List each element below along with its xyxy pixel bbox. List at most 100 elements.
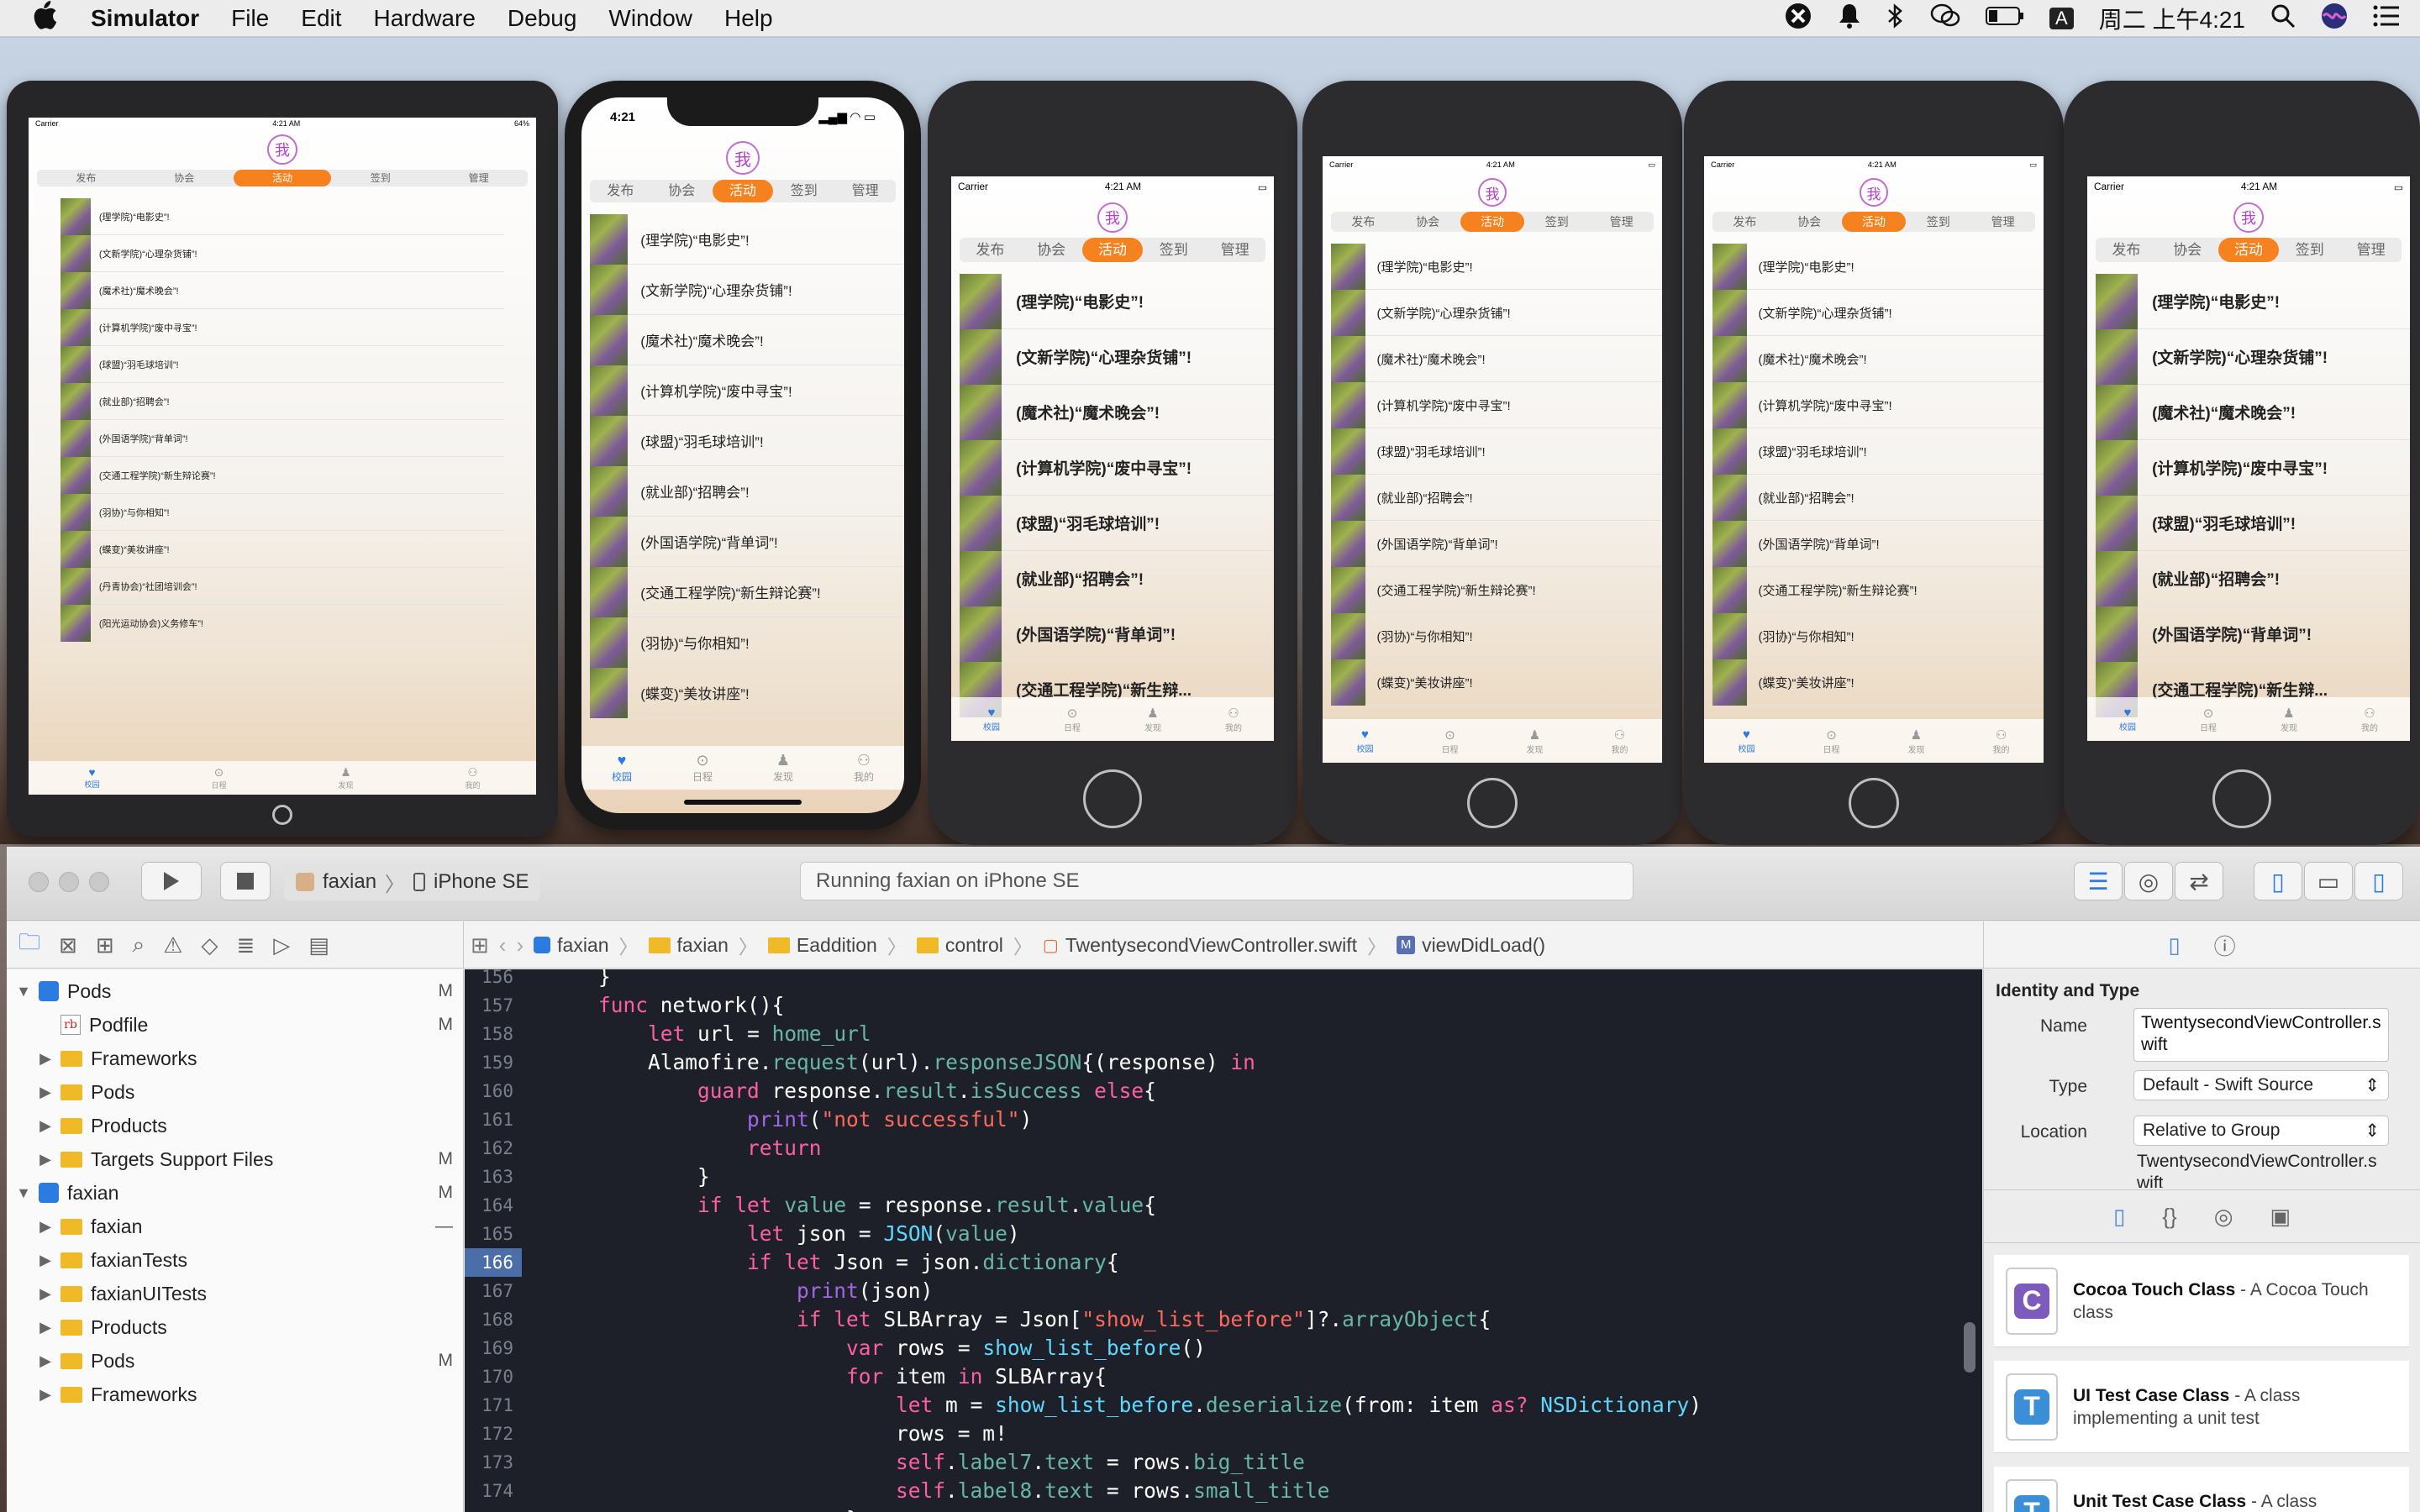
home-indicator[interactable] — [684, 800, 802, 805]
notification-center-icon[interactable] — [2373, 5, 2400, 33]
tab-association[interactable]: 协会 — [1777, 212, 1842, 232]
media-library-icon[interactable]: ▣ — [2270, 1204, 2291, 1230]
avatar-button[interactable]: 我 — [726, 141, 760, 175]
list-item[interactable]: (羽协)“与你相知”! — [1331, 612, 1662, 659]
list-item[interactable]: (就业部)“招聘会”! — [1331, 474, 1662, 521]
list-item[interactable]: (魔术社)“魔术晚会”! — [1712, 335, 2044, 382]
code-line[interactable]: 159 Alamofire.request(url).responseJSON{… — [465, 1048, 1982, 1077]
tab-activity[interactable]: 活动 — [1460, 212, 1525, 232]
test-navigator-diamond-icon[interactable]: ◇ — [201, 932, 218, 958]
tabbar-item-schedule[interactable]: ⊙ 日程 — [1064, 706, 1081, 733]
list-item[interactable]: (计算机学院)“废中寻宝”! — [60, 308, 504, 346]
file-template-item[interactable]: C Cocoa Touch Class - A Cocoa Touch class — [1994, 1255, 2409, 1347]
disclosure-closed-icon[interactable]: ▶ — [37, 1285, 54, 1303]
disclosure-closed-icon[interactable]: ▶ — [37, 1218, 54, 1236]
tab-checkin[interactable]: 签到 — [1143, 238, 1204, 262]
tabbar-item-campus[interactable]: ♥ 校园 — [84, 766, 99, 790]
list-item[interactable]: (魔术社)“魔术晚会”! — [60, 271, 504, 309]
list-item[interactable]: (交通工程学院)“新生辩论赛”! — [60, 456, 504, 494]
code-snippet-braces-icon[interactable]: {} — [2162, 1204, 2176, 1230]
code-line[interactable]: 173 self.label7.text = rows.big_title — [465, 1448, 1982, 1477]
spotlight-search-icon[interactable] — [2270, 3, 2296, 34]
breadcrumb-method[interactable]: MviewDidLoad() — [1397, 934, 1545, 957]
breadcrumb-project[interactable]: faxian — [534, 934, 609, 957]
tabbar-item-discover[interactable]: ♟ 发现 — [2281, 706, 2297, 733]
simulator-screen[interactable]: Carrier 4:21 AM ▭ 我发布 协会 活动 签到 管理 (理学院)“电影史”! (文新… — [951, 176, 1274, 741]
list-item[interactable]: (蝶变)“美妆讲座”! — [1331, 659, 1662, 706]
tabbar-item-schedule[interactable]: ⊙ 日程 — [2200, 706, 2217, 733]
navigator-item[interactable]: ▶ Targets Support Files M — [7, 1142, 463, 1176]
tabbar-item-campus[interactable]: ♥ 校园 — [612, 752, 632, 784]
tabbar-item-campus[interactable]: ♥ 校园 — [2119, 706, 2136, 732]
disclosure-closed-icon[interactable]: ▶ — [37, 1352, 54, 1370]
navigator-item[interactable]: ▼ Pods M — [7, 974, 463, 1008]
code-area[interactable]: 156 } 157 func network(){158 let url = ho… — [465, 969, 1982, 1512]
breadcrumb-file[interactable]: ▢ TwentysecondViewController.swift — [1043, 934, 1357, 957]
avatar-button[interactable]: 我 — [267, 134, 297, 165]
tab-manage[interactable]: 管理 — [2340, 238, 2402, 262]
tab-publish[interactable]: 发布 — [1331, 212, 1396, 232]
list-item[interactable]: (计算机学院)“废中寻宝”! — [1712, 381, 2044, 428]
code-line[interactable]: 172 rows = m! — [465, 1420, 1982, 1448]
home-button[interactable] — [1849, 778, 1899, 828]
zoom-window-button[interactable] — [89, 872, 109, 892]
standard-editor-button[interactable]: ☰ — [2074, 862, 2123, 900]
tabbar-item-schedule[interactable]: ⊙ 日程 — [1823, 727, 1840, 755]
list-item[interactable]: (文新学院)“心理杂货铺”! — [960, 328, 1274, 385]
list-item[interactable]: (球盟)“羽毛球培训”! — [960, 495, 1274, 551]
tabbar-item-mine[interactable]: ⚇ 我的 — [1225, 706, 1242, 733]
tab-checkin[interactable]: 签到 — [331, 170, 429, 186]
tab-activity[interactable]: 活动 — [2217, 238, 2280, 262]
project-navigator-folder-icon[interactable]: 🗀 — [18, 927, 40, 963]
code-line[interactable]: 165 let json = JSON(value) — [465, 1220, 1982, 1248]
code-line[interactable]: 170 for item in SLBArray{ — [465, 1362, 1982, 1391]
list-item[interactable]: (理学院)“电影史”! — [1331, 243, 1662, 290]
menu-hardware[interactable]: Hardware — [374, 5, 476, 32]
home-button[interactable] — [1083, 769, 1142, 828]
simulator-screen[interactable]: Carrier 4:21 AM ▭ 我发布 协会 活动 签到 管理 (理学院)“电影史”! (文新… — [1323, 156, 1662, 763]
notification-bell-icon[interactable] — [1838, 3, 1861, 35]
toggle-debug-area-button[interactable]: ▭ — [2304, 862, 2353, 900]
menubar-clock[interactable]: 周二 上午4:21 — [2099, 2, 2245, 35]
list-item[interactable]: (文新学院)“心理杂货铺”! — [2096, 328, 2410, 385]
list-item[interactable]: (计算机学院)“废中寻宝”! — [1331, 381, 1662, 428]
tab-association[interactable]: 协会 — [1021, 238, 1082, 262]
code-line[interactable]: 156 } — [465, 969, 1982, 991]
tabbar-item-discover[interactable]: ♟ 发现 — [1144, 706, 1161, 733]
list-item[interactable]: (球盟)“羽毛球培训”! — [1712, 428, 2044, 475]
list-item[interactable]: (魔术社)“魔术晚会”! — [2096, 384, 2410, 440]
code-line[interactable]: 169 var rows = show_list_before() — [465, 1334, 1982, 1362]
code-line[interactable]: 158 let url = home_url — [465, 1020, 1982, 1048]
simulator-screen[interactable]: Carrier 4:21 AM 64% 我发布 协会 活动 签到 管理 (理学院)“电影史”!(… — [29, 118, 536, 795]
list-item[interactable]: (羽协)“与你相知”! — [590, 617, 904, 668]
list-item[interactable]: (文新学院)“心理杂货铺”! — [60, 234, 504, 272]
siri-icon[interactable] — [2321, 3, 2348, 35]
tab-association[interactable]: 协会 — [1396, 212, 1460, 232]
menu-help[interactable]: Help — [724, 5, 773, 32]
list-item[interactable]: (理学院)“电影史”! — [60, 197, 504, 235]
tabbar-item-mine[interactable]: ⚇ 我的 — [465, 766, 480, 790]
tabbar-item-campus[interactable]: ♥ 校园 — [1357, 727, 1374, 754]
tab-checkin[interactable]: 签到 — [1906, 212, 1970, 232]
name-field[interactable]: TwentysecondViewController.swift — [2133, 1008, 2389, 1062]
list-item[interactable]: (羽协)“与你相知”! — [60, 493, 504, 531]
close-window-button[interactable] — [29, 872, 49, 892]
avatar-button[interactable]: 我 — [2233, 202, 2264, 233]
tabbar-item-schedule[interactable]: ⊙ 日程 — [692, 752, 713, 784]
list-item[interactable]: (理学院)“电影史”! — [960, 273, 1274, 329]
list-item[interactable]: (羽协)“与你相知”! — [1712, 612, 2044, 659]
code-line[interactable]: 174 self.label8.text = rows.small_title — [465, 1477, 1982, 1505]
wechat-icon[interactable] — [1930, 3, 1960, 34]
avatar-button[interactable]: 我 — [1860, 178, 1888, 207]
navigator-item[interactable]: ▶ Pods M — [7, 1344, 463, 1378]
navigator-item[interactable]: ▶ Products — [7, 1310, 463, 1344]
back-chevron-icon[interactable]: ‹ — [499, 932, 507, 958]
tab-manage[interactable]: 管理 — [1970, 212, 2035, 232]
list-item[interactable]: (就业部)“招聘会”! — [960, 550, 1274, 606]
list-item[interactable]: (文新学院)“心理杂货铺”! — [590, 264, 904, 315]
list-item[interactable]: (外国语学院)“背单词”! — [1712, 520, 2044, 567]
quick-help-question-icon[interactable]: ⓘ — [2214, 930, 2236, 961]
list-item[interactable]: (理学院)“电影史”! — [1712, 243, 2044, 290]
code-line[interactable]: 162 return — [465, 1134, 1982, 1163]
code-line[interactable]: 164 if let value = response.result.value… — [465, 1191, 1982, 1220]
